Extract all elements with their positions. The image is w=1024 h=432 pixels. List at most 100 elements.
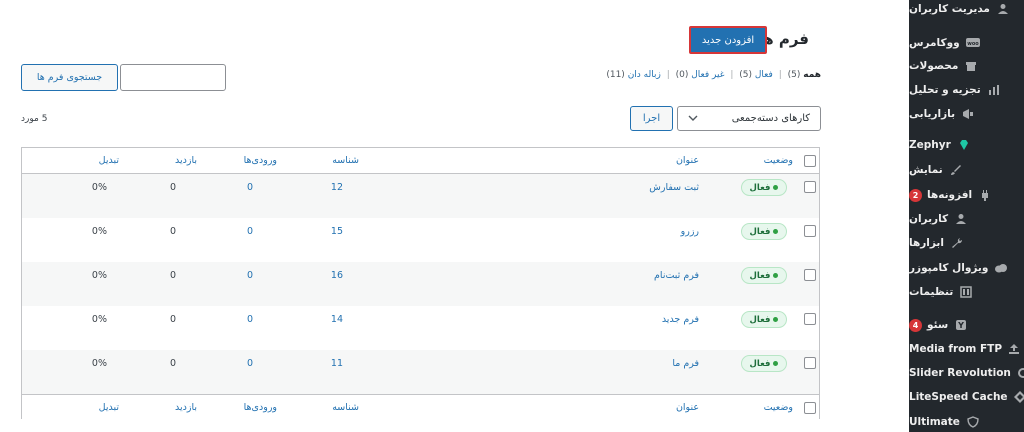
column-header-views[interactable]: بازدید <box>175 402 197 413</box>
sidebar-item-0[interactable]: مدیریت کاربران <box>909 0 1024 21</box>
svg-text:woo: woo <box>967 41 979 47</box>
sidebar-item-16[interactable]: Ultimate <box>909 410 1024 432</box>
filter-all-count: (5) <box>787 70 801 80</box>
column-header-id[interactable]: شناسه <box>332 402 359 413</box>
filter-active[interactable]: فعال <box>755 70 773 80</box>
status-label: فعال <box>749 314 771 325</box>
entries-count-link[interactable]: 0 <box>247 358 253 369</box>
admin-sidebar: مدیریت کاربران woo ووکامرس محصولات تجزیه و ت… <box>909 0 1024 432</box>
row-checkbox[interactable] <box>804 313 816 325</box>
column-header-id[interactable]: شناسه <box>332 155 359 166</box>
sidebar-item-label: تنظیمات <box>909 286 954 298</box>
sidebar-item-5[interactable]: Zephyr <box>909 133 1024 157</box>
conversion-rate: 0% <box>91 182 107 193</box>
status-dot-icon <box>773 361 779 366</box>
sidebar-item-9[interactable]: ابزارها <box>909 231 1024 255</box>
search-forms-button[interactable]: جستجوی فرم ها <box>21 64 118 91</box>
form-title-link[interactable]: فرم ثبت‌نام <box>654 270 699 281</box>
sidebar-item-6[interactable]: نمایش <box>909 158 1024 182</box>
table-row: فعال فرم ما 11 0 0 0% <box>22 350 819 394</box>
status-dot-icon <box>773 273 779 278</box>
sidebar-item-label: LiteSpeed Cache <box>909 391 1008 403</box>
settings-icon <box>959 285 973 299</box>
status-label: فعال <box>749 182 771 193</box>
sidebar-item-2[interactable]: محصولات <box>909 54 1024 78</box>
items-count: 5 مورد <box>21 114 48 124</box>
table-row: فعال رزرو 15 0 0 0% <box>22 218 819 262</box>
column-header-status[interactable]: وضعیت <box>764 402 793 413</box>
main-content: فرم ها افزودن جدید همه (5) | فعال (5) | … <box>0 0 909 432</box>
form-title-link[interactable]: فرم ما <box>672 358 699 369</box>
sidebar-item-15[interactable]: LiteSpeed Cache <box>909 385 1024 409</box>
form-id: 11 <box>330 358 343 369</box>
select-all-checkbox[interactable] <box>804 155 816 167</box>
gem-icon <box>957 138 971 152</box>
row-checkbox[interactable] <box>804 225 816 237</box>
form-title-link[interactable]: رزرو <box>681 226 699 237</box>
status-badge[interactable]: فعال <box>741 311 787 328</box>
select-all-checkbox[interactable] <box>804 402 816 414</box>
column-header-conversion[interactable]: تبدیل <box>99 402 119 413</box>
filter-all[interactable]: همه <box>803 70 821 80</box>
sidebar-item-11[interactable]: تنظیمات <box>909 280 1024 304</box>
column-header-title[interactable]: عنوان <box>676 155 699 166</box>
conversion-rate: 0% <box>91 226 107 237</box>
sidebar-item-label: مدیریت کاربران <box>909 3 990 15</box>
entries-count-link[interactable]: 0 <box>247 182 253 193</box>
entries-count-link[interactable]: 0 <box>247 314 253 325</box>
table-row: فعال ثبت سفارش 12 0 0 0% <box>22 174 819 218</box>
row-checkbox[interactable] <box>804 269 816 281</box>
bulk-actions-select[interactable]: کارهای دسته‌جمعی <box>677 106 821 131</box>
entries-count-link[interactable]: 0 <box>247 226 253 237</box>
entries-count-link[interactable]: 0 <box>247 270 253 281</box>
sidebar-item-label: نمایش <box>909 164 943 176</box>
status-badge[interactable]: فعال <box>741 223 787 240</box>
sidebar-item-3[interactable]: تجزیه و تحلیل <box>909 78 1024 102</box>
status-badge[interactable]: فعال <box>741 267 787 284</box>
status-badge[interactable]: فعال <box>741 355 787 372</box>
sidebar-item-12[interactable]: Y سئو 4 <box>909 313 1024 337</box>
form-title-link[interactable]: فرم جدید <box>662 314 699 325</box>
add-new-button[interactable]: افزودن جدید <box>689 26 767 54</box>
notification-badge: 2 <box>909 188 922 202</box>
status-filters: همه (5) | فعال (5) | غیر فعال (0) | زبال… <box>606 70 821 80</box>
sidebar-item-8[interactable]: کاربران <box>909 207 1024 231</box>
status-dot-icon <box>773 229 779 234</box>
column-header-status[interactable]: وضعیت <box>764 155 793 166</box>
views-count: 0 <box>169 226 176 237</box>
form-id: 15 <box>330 226 343 237</box>
column-header-entries[interactable]: ورودی‌ها <box>244 402 277 413</box>
filter-separator: | <box>778 70 782 80</box>
column-header-title[interactable]: عنوان <box>676 402 699 413</box>
form-id: 12 <box>330 182 343 193</box>
column-header-conversion[interactable]: تبدیل <box>99 155 119 166</box>
filter-trash[interactable]: زباله دان <box>628 70 661 80</box>
status-label: فعال <box>749 358 771 369</box>
table-row: فعال فرم جدید 14 0 0 0% <box>22 306 819 350</box>
filter-inactive[interactable]: غیر فعال <box>691 70 724 80</box>
form-title-link[interactable]: ثبت سفارش <box>649 182 699 193</box>
column-header-entries[interactable]: ورودی‌ها <box>244 155 277 166</box>
sidebar-item-label: Media from FTP <box>909 343 1003 355</box>
sidebar-item-10[interactable]: ویژوال کامپوزر <box>909 256 1024 280</box>
column-header-views[interactable]: بازدید <box>175 155 197 166</box>
user-icon <box>996 2 1010 16</box>
row-checkbox[interactable] <box>804 181 816 193</box>
views-count: 0 <box>169 358 176 369</box>
sidebar-item-14[interactable]: Slider Revolution <box>909 361 1024 385</box>
sidebar-item-7[interactable]: افزونه‌ها 2 <box>909 183 1024 207</box>
brush-icon <box>949 163 963 177</box>
conversion-rate: 0% <box>91 270 107 281</box>
sidebar-item-4[interactable]: بازاریابی <box>909 102 1024 126</box>
sidebar-item-label: محصولات <box>909 60 959 72</box>
apply-button[interactable]: اجرا <box>630 106 673 131</box>
search-input[interactable] <box>120 64 226 91</box>
sidebar-item-13[interactable]: Media from FTP <box>909 337 1024 361</box>
sidebar-item-1[interactable]: woo ووکامرس <box>909 31 1024 55</box>
row-checkbox[interactable] <box>804 357 816 369</box>
status-badge[interactable]: فعال <box>741 179 787 196</box>
notification-badge: 4 <box>909 318 922 332</box>
status-dot-icon <box>773 317 779 322</box>
form-id: 14 <box>330 314 343 325</box>
conversion-rate: 0% <box>91 358 107 369</box>
